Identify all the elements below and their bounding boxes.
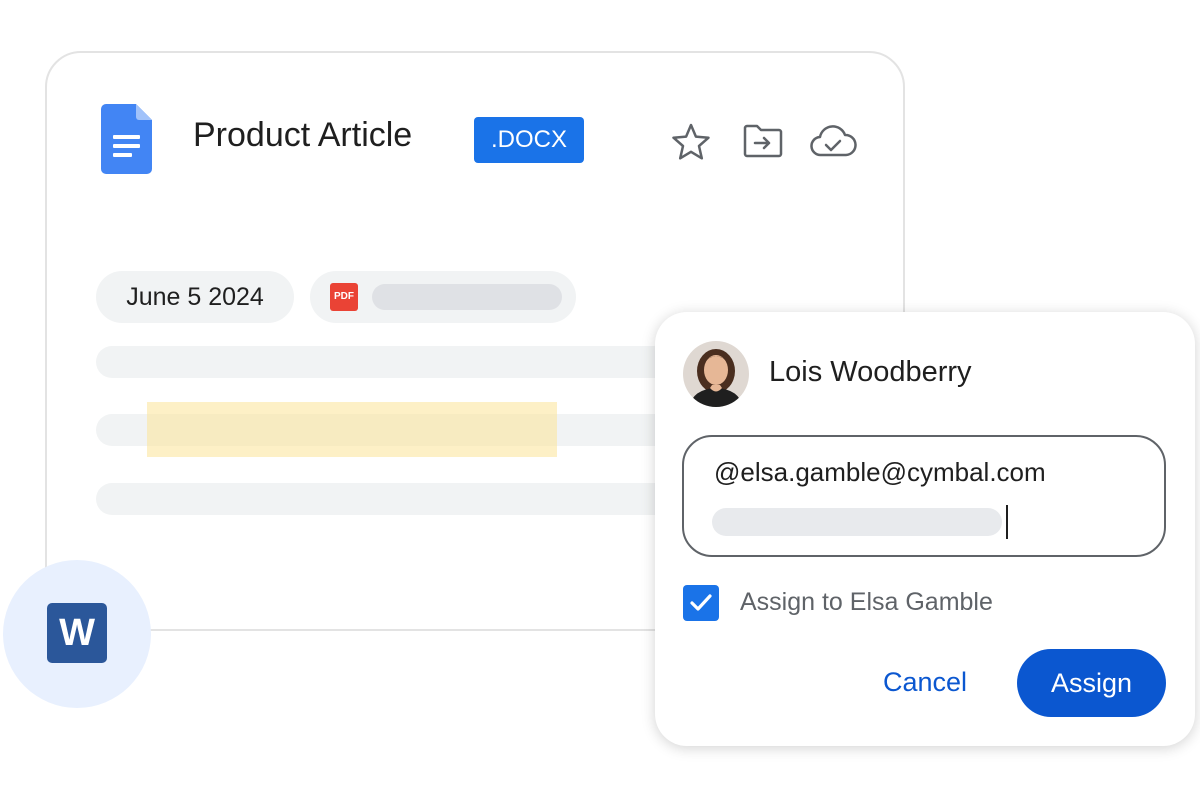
google-docs-icon <box>101 104 152 174</box>
mention-text: @elsa.gamble@cymbal.com <box>714 457 1046 487</box>
user-name: Lois Woodberry <box>769 356 972 388</box>
cancel-button[interactable]: Cancel <box>862 652 988 712</box>
text-line-placeholder <box>96 346 696 378</box>
user-avatar <box>683 341 749 407</box>
assign-button[interactable]: Assign <box>1017 649 1166 717</box>
pdf-attachment-chip[interactable]: PDF <box>310 271 576 323</box>
attachment-name-placeholder <box>372 284 562 310</box>
document-title: Product Article <box>193 116 413 154</box>
text-cursor <box>1006 505 1008 539</box>
assign-checkbox[interactable] <box>683 585 719 621</box>
file-format-badge: .DOCX <box>474 117 584 163</box>
text-line-placeholder <box>96 483 696 515</box>
star-icon[interactable] <box>671 122 711 162</box>
date-chip[interactable]: June 5 2024 <box>96 271 294 323</box>
word-app-badge: W <box>3 560 151 708</box>
checkmark-icon <box>690 594 712 611</box>
cloud-done-icon[interactable] <box>809 124 857 158</box>
comment-input[interactable]: @elsa.gamble@cymbal.com <box>682 435 1166 557</box>
microsoft-word-icon: W <box>47 603 107 663</box>
assign-checkbox-label[interactable]: Assign to Elsa Gamble <box>740 588 993 617</box>
pdf-icon: PDF <box>330 283 358 311</box>
comment-text-placeholder <box>712 508 1002 536</box>
move-to-folder-icon[interactable] <box>742 123 784 159</box>
text-highlight[interactable] <box>147 402 557 457</box>
